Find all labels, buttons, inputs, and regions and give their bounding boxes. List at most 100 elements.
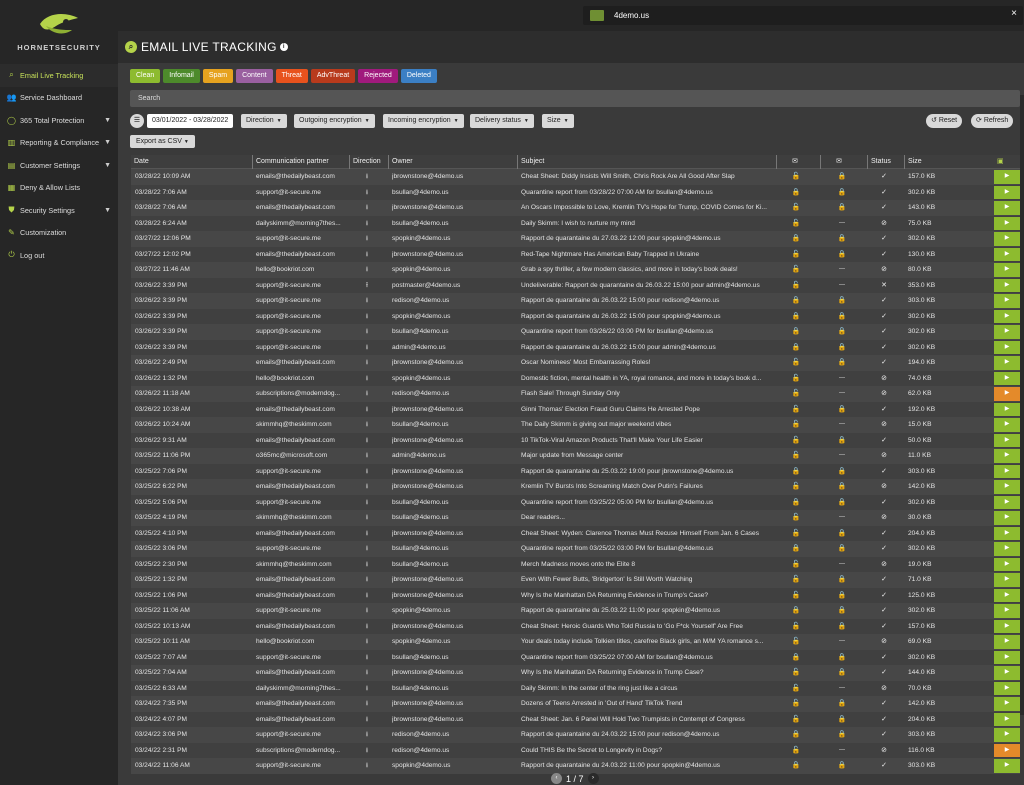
info-icon[interactable]: i [279,43,288,51]
next-page-button[interactable]: › [587,773,599,784]
row-action-button[interactable]: ▶ [994,635,1020,649]
table-row[interactable]: 03/26/22 3:39 PM support@it-secure.me spop… [131,308,1020,324]
table-row[interactable]: 03/25/22 6:22 PM emails@thedailybeast.com… [131,479,1020,495]
column-size[interactable]: Size [904,155,964,169]
sidebar-item-email-live-tracking[interactable]: ⌕ Email Live Tracking [0,64,118,87]
row-action-button[interactable]: ▶ [994,464,1020,478]
chip-advthreat[interactable]: AdvThreat [310,69,356,83]
close-icon[interactable]: × [1011,8,1017,19]
table-row[interactable]: 03/26/22 10:38 AM emails@thedailybeast.co… [131,401,1020,417]
row-action-button[interactable]: ▶ [994,356,1020,370]
row-action-button[interactable]: ▶ [994,604,1020,618]
row-action-button[interactable]: ▶ [994,480,1020,494]
row-action-button[interactable]: ▶ [994,743,1020,757]
row-action-button[interactable]: ▶ [994,712,1020,726]
row-action-button[interactable]: ▶ [994,216,1020,230]
sidebar-item-service-dashboard[interactable]: 👥 Service Dashboard [0,87,118,110]
row-action-button[interactable]: ▶ [994,340,1020,354]
prev-page-button[interactable]: ‹ [551,773,562,784]
sidebar-item-security-settings[interactable]: ⛊ Security Settings ▼ [0,199,118,222]
table-row[interactable]: 03/24/22 4:07 PM emails@thedailybeast.com… [131,711,1020,727]
table-row[interactable]: 03/25/22 7:04 AM emails@thedailybeast.com… [131,665,1020,681]
row-action-button[interactable]: ▶ [994,681,1020,695]
column-status[interactable]: Status [867,155,901,169]
row-action-button[interactable]: ▶ [994,371,1020,385]
table-row[interactable]: 03/26/22 9:31 AM emails@thedailybeast.com… [131,432,1020,448]
row-action-button[interactable]: ▶ [994,650,1020,664]
table-row[interactable]: 03/28/22 6:24 AM dailyskimm@morning7thes.… [131,215,1020,231]
table-row[interactable]: 03/25/22 1:32 PM emails@thedailybeast.com… [131,572,1020,588]
table-row[interactable]: 03/26/22 11:18 AM subscriptions@moderndog… [131,386,1020,402]
row-action-button[interactable]: ▶ [994,185,1020,199]
row-action-button[interactable]: ▶ [994,247,1020,261]
column-outgoing-encryption[interactable]: ✉ [776,155,816,169]
row-action-button[interactable]: ▶ [994,232,1020,246]
table-row[interactable]: 03/26/22 3:39 PM support@it-secure.me admi… [131,339,1020,355]
table-row[interactable]: 03/25/22 11:06 PM o365mc@microsoft.com adm… [131,448,1020,464]
row-action-button[interactable]: ▶ [994,402,1020,416]
outgoing-encryption-filter[interactable]: Outgoing encryption ▼ [294,114,375,128]
sidebar-item-deny-allow-lists[interactable]: ▦ Deny & Allow Lists [0,177,118,200]
column-settings-icon[interactable]: ▣ [994,155,1020,169]
table-row[interactable]: 03/26/22 1:32 PM hello@bookriot.com spopki… [131,370,1020,386]
row-action-button[interactable]: ▶ [994,325,1020,339]
row-action-button[interactable]: ▶ [994,201,1020,215]
row-action-button[interactable]: ▶ [994,759,1020,773]
row-action-button[interactable]: ▶ [994,294,1020,308]
row-action-button[interactable]: ▶ [994,666,1020,680]
table-row[interactable]: 03/25/22 3:06 PM support@it-secure.me bsul… [131,541,1020,557]
delivery-status-filter[interactable]: Delivery status ▼ [470,114,534,128]
row-action-button[interactable]: ▶ [994,387,1020,401]
table-row[interactable]: 03/25/22 11:06 AM support@it-secure.me spo… [131,603,1020,619]
row-action-button[interactable]: ▶ [994,526,1020,540]
column-owner[interactable]: Owner [388,155,514,169]
row-action-button[interactable]: ▶ [994,697,1020,711]
table-row[interactable]: 03/24/22 2:31 PM subscriptions@moderndog.… [131,742,1020,758]
table-row[interactable]: 03/25/22 7:06 PM support@it-secure.me jbro… [131,463,1020,479]
row-action-button[interactable]: ▶ [994,170,1020,184]
chip-spam[interactable]: Spam [202,69,234,83]
table-row[interactable]: 03/25/22 5:06 PM support@it-secure.me bsul… [131,494,1020,510]
sidebar-item-365-total-protection[interactable]: ◯ 365 Total Protection ▼ [0,109,118,132]
chip-content[interactable]: Content [236,69,273,83]
refresh-button[interactable]: ⟳ Refresh [971,114,1014,128]
table-row[interactable]: 03/24/22 7:35 PM emails@thedailybeast.com… [131,696,1020,712]
row-action-button[interactable]: ▶ [994,278,1020,292]
size-filter[interactable]: Size ▼ [542,114,574,128]
row-action-button[interactable]: ▶ [994,728,1020,742]
sidebar-item-customer-settings[interactable]: ▤ Customer Settings ▼ [0,154,118,177]
table-row[interactable]: 03/28/22 10:09 AM emails@thedailybeast.co… [131,169,1020,185]
table-row[interactable]: 03/25/22 1:06 PM emails@thedailybeast.com… [131,587,1020,603]
table-row[interactable]: 03/25/22 10:11 AM hello@bookriot.com spopk… [131,634,1020,650]
sidebar-item-customization[interactable]: ✎ Customization [0,222,118,245]
row-action-button[interactable]: ▶ [994,263,1020,277]
direction-filter[interactable]: Direction ▼ [241,114,287,128]
row-action-button[interactable]: ▶ [994,573,1020,587]
row-action-button[interactable]: ▶ [994,557,1020,571]
table-row[interactable]: 03/25/22 7:07 AM support@it-secure.me bsul… [131,649,1020,665]
table-row[interactable]: 03/25/22 2:30 PM skimmhq@theskimm.com bsul… [131,556,1020,572]
table-row[interactable]: 03/27/22 11:46 AM hello@bookriot.com spopk… [131,262,1020,278]
table-row[interactable]: 03/26/22 2:49 PM emails@thedailybeast.com… [131,355,1020,371]
row-action-button[interactable]: ▶ [994,418,1020,432]
row-action-button[interactable]: ▶ [994,309,1020,323]
chip-threat[interactable]: Threat [275,69,308,83]
row-action-button[interactable]: ▶ [994,542,1020,556]
table-row[interactable]: 03/25/22 6:33 AM dailyskimm@morning7thes.… [131,680,1020,696]
column-communication-partner[interactable]: Communication partner [252,155,346,169]
table-row[interactable]: 03/28/22 7:06 AM support@it-secure.me bsul… [131,184,1020,200]
row-action-button[interactable]: ▶ [994,511,1020,525]
column-incoming-encryption[interactable]: ✉ [820,155,864,169]
table-row[interactable]: 03/26/22 3:39 PM support@it-secure.me bsul… [131,324,1020,340]
tenant-selector[interactable]: 4demo.us × [583,6,1023,25]
scrollbar[interactable] [1020,95,1024,715]
table-row[interactable]: 03/26/22 3:39 PM support@it-secure.me redi… [131,293,1020,309]
row-action-button[interactable]: ▶ [994,619,1020,633]
table-row[interactable]: 03/26/22 10:24 AM skimmhq@theskimm.com bsu… [131,417,1020,433]
chip-infomail[interactable]: Infomail [163,69,200,83]
export-csv-button[interactable]: Export as CSV ▼ [130,135,195,148]
table-row[interactable]: 03/24/22 11:06 AM support@it-secure.me spo… [131,758,1020,774]
row-action-button[interactable]: ▶ [994,433,1020,447]
row-action-button[interactable]: ▶ [994,449,1020,463]
row-action-button[interactable]: ▶ [994,588,1020,602]
